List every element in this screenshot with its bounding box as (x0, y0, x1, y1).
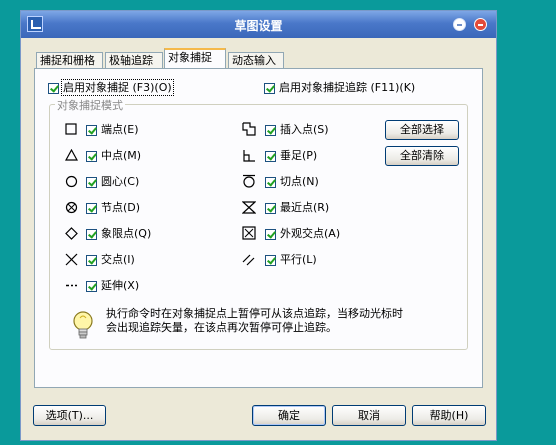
tangent-label: 切点(N) (280, 175, 319, 188)
ok-button[interactable]: 确定 (252, 405, 326, 426)
parallel-icon (242, 252, 256, 266)
enable-osnap-label: 启用对象捕捉 (F3)(O) (61, 79, 174, 96)
tangent-icon (242, 174, 256, 188)
apparent-intersection-label: 外观交点(A) (280, 227, 341, 240)
insert-icon (242, 122, 256, 136)
diamond-quadrant-icon (64, 226, 78, 240)
mode-nearest[interactable]: 最近点(R) (265, 200, 329, 216)
mode-center[interactable]: 圆心(C) (86, 174, 139, 190)
tab-object-snap[interactable]: 对象捕捉 (164, 48, 226, 68)
tab-dynamic-input[interactable]: 动态输入 (228, 52, 284, 69)
triangle-midpoint-icon (64, 148, 78, 162)
mode-apparent-intersection[interactable]: 外观交点(A) (265, 226, 340, 242)
close-button[interactable] (474, 18, 487, 31)
node-checkbox[interactable] (86, 202, 97, 214)
select-all-button[interactable]: 全部选择 (385, 120, 459, 140)
cross-intersection-icon (64, 252, 78, 266)
clear-all-button[interactable]: 全部清除 (385, 146, 459, 166)
apparent-intersection-checkbox[interactable] (265, 228, 276, 240)
tangent-checkbox[interactable] (265, 176, 276, 188)
minimize-button[interactable] (453, 18, 466, 31)
osnap-modes-legend: 对象捕捉模式 (55, 97, 125, 113)
perpendicular-label: 垂足(P) (280, 149, 318, 162)
mode-perpendicular[interactable]: 垂足(P) (265, 148, 317, 164)
tab-snap-grid[interactable]: 捕捉和栅格 (36, 52, 103, 69)
dialog-title: 草图设置 (234, 19, 283, 33)
insert-checkbox[interactable] (265, 124, 276, 136)
mode-endpoint[interactable]: 端点(E) (86, 122, 139, 138)
midpoint-checkbox[interactable] (86, 150, 97, 162)
mode-extension[interactable]: 延伸(X) (86, 278, 139, 294)
tab-polar-tracking[interactable]: 极轴追踪 (105, 52, 163, 69)
node-icon (64, 200, 78, 214)
nearest-checkbox[interactable] (265, 202, 276, 214)
insert-label: 插入点(S) (280, 123, 329, 136)
perpendicular-icon (242, 148, 256, 162)
endpoint-checkbox[interactable] (86, 124, 97, 136)
midpoint-label: 中点(M) (101, 149, 142, 162)
help-button[interactable]: 帮助(H) (412, 405, 486, 426)
apparent-intersection-icon (242, 226, 256, 240)
options-button[interactable]: 选项(T)... (33, 405, 106, 426)
mode-insert[interactable]: 插入点(S) (265, 122, 329, 138)
info-line-2: 会出现追踪矢量，在该点再次暂停可停止追踪。 (106, 321, 337, 334)
info-line-1: 执行命令时在对象捕捉点上暂停可从该点追踪，当移动光标时 (106, 307, 403, 320)
mode-intersection[interactable]: 交点(I) (86, 252, 135, 268)
info-text: 执行命令时在对象捕捉点上暂停可从该点追踪，当移动光标时 会出现追踪矢量，在该点再… (106, 307, 403, 335)
mode-quadrant[interactable]: 象限点(Q) (86, 226, 151, 242)
endpoint-label: 端点(E) (101, 123, 139, 136)
enable-osnap-checkbox-row[interactable]: 启用对象捕捉 (F3)(O) (48, 79, 174, 96)
node-label: 节点(D) (101, 201, 141, 214)
enable-tracking-checkbox[interactable] (264, 82, 275, 94)
intersection-checkbox[interactable] (86, 254, 97, 266)
mode-tangent[interactable]: 切点(N) (265, 174, 319, 190)
quadrant-label: 象限点(Q) (101, 227, 152, 240)
circle-center-icon (64, 174, 78, 188)
title-bar[interactable]: 草图设置 (21, 11, 496, 38)
extension-checkbox[interactable] (86, 280, 97, 292)
mode-midpoint[interactable]: 中点(M) (86, 148, 141, 164)
quadrant-checkbox[interactable] (86, 228, 97, 240)
intersection-label: 交点(I) (101, 253, 135, 266)
enable-osnap-checkbox[interactable] (48, 82, 59, 94)
mode-parallel[interactable]: 平行(L) (265, 252, 317, 268)
parallel-checkbox[interactable] (265, 254, 276, 266)
lightbulb-icon (70, 310, 96, 342)
perpendicular-checkbox[interactable] (265, 150, 276, 162)
parallel-label: 平行(L) (280, 253, 317, 266)
cancel-button[interactable]: 取消 (332, 405, 406, 426)
center-checkbox[interactable] (86, 176, 97, 188)
mode-node[interactable]: 节点(D) (86, 200, 140, 216)
nearest-icon (242, 200, 256, 214)
enable-tracking-checkbox-row[interactable]: 启用对象捕捉追踪 (F11)(K) (264, 80, 415, 96)
nearest-label: 最近点(R) (280, 201, 330, 214)
square-endpoint-icon (64, 122, 78, 136)
enable-tracking-label: 启用对象捕捉追踪 (F11)(K) (279, 81, 416, 94)
center-label: 圆心(C) (101, 175, 140, 188)
extension-label: 延伸(X) (101, 279, 140, 292)
extension-icon (64, 278, 78, 292)
